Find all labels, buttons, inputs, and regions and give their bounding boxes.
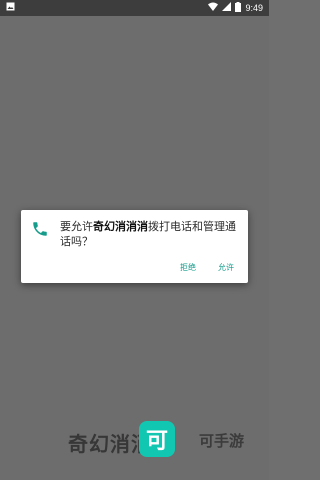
watermark: 奇幻消消消 可 可手游	[68, 421, 258, 463]
watermark-site-name: 可手游	[199, 432, 245, 450]
permission-dialog: 要允许奇幻消消消拨打电话和管理通话吗？ 拒绝 允许	[21, 210, 248, 283]
watermark-logo-char: 可	[145, 429, 168, 454]
message-prefix: 要允许	[60, 220, 93, 233]
watermark-logo-icon: 可	[139, 421, 175, 457]
status-bar: 9:49	[0, 0, 269, 16]
dialog-actions: 拒绝 允许	[180, 262, 234, 273]
battery-icon	[235, 1, 242, 15]
app-name: 奇幻消消消	[93, 220, 148, 233]
image-icon	[6, 2, 15, 14]
status-time: 9:49	[245, 3, 263, 13]
signal-icon	[222, 2, 232, 14]
phone-icon	[31, 220, 49, 238]
dialog-message: 要允许奇幻消消消拨打电话和管理通话吗？	[60, 219, 240, 249]
allow-button[interactable]: 允许	[218, 262, 234, 273]
wifi-icon	[208, 2, 219, 14]
deny-button[interactable]: 拒绝	[180, 262, 196, 273]
